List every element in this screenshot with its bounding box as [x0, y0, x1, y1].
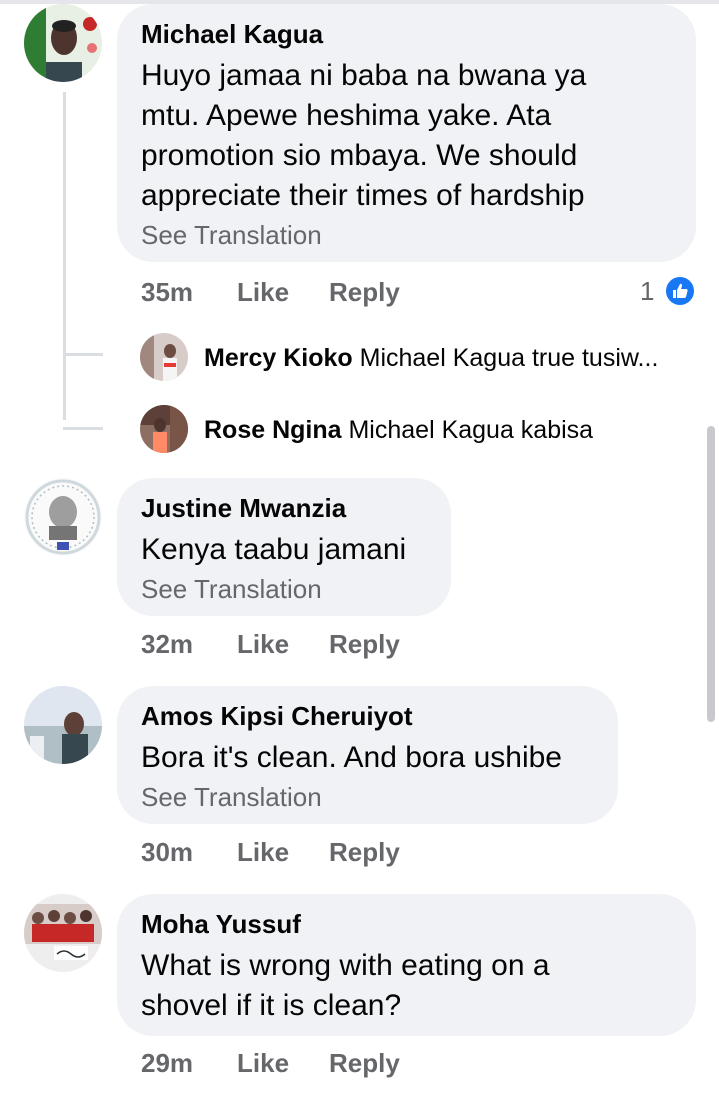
reaction-count: 1: [640, 276, 655, 306]
comment-bubble: Moha Yussuf What is wrong with eating on…: [117, 894, 696, 1036]
comment-actions: 32m Like Reply: [141, 627, 441, 661]
comment-text-line: What is wrong with eating on a: [141, 949, 550, 982]
comment-time: 35m: [141, 277, 194, 307]
see-translation-link[interactable]: See Translation: [141, 572, 427, 606]
thread-line-branch-2: [63, 427, 103, 430]
reply-button[interactable]: Reply: [329, 275, 400, 309]
comment-bubble: Michael Kagua Huyo jamaa ni baba na bwan…: [117, 4, 696, 262]
avatar-moha-yussuf[interactable]: [24, 894, 102, 972]
comment-text-line: promotion sio mbaya. We should: [141, 139, 578, 172]
reply-text: Michael Kagua true tusiw...: [359, 344, 659, 372]
comment-text-line: mtu. Apewe heshima yake. Ata: [141, 99, 552, 132]
reply-item[interactable]: Rose Ngina Michael Kagua kabisa: [204, 414, 593, 446]
comment-time: 32m: [141, 629, 194, 659]
scrollbar[interactable]: [707, 426, 715, 722]
reply-button[interactable]: Reply: [329, 835, 400, 869]
avatar-mercy-kioko[interactable]: [140, 333, 188, 381]
thread-line-branch-1: [63, 353, 103, 356]
comment-text-line: Huyo jamaa ni baba na bwana ya: [141, 59, 587, 92]
comment-text-line: shovel if it is clean?: [141, 989, 402, 1022]
comment-bubble: Justine Mwanzia Kenya taabu jamani See T…: [117, 478, 451, 616]
reply-author[interactable]: Mercy Kioko: [204, 344, 353, 372]
like-button[interactable]: Like: [237, 1046, 289, 1080]
comment-author[interactable]: Justine Mwanzia: [141, 492, 427, 524]
reply-button[interactable]: Reply: [329, 1046, 400, 1080]
see-translation-link[interactable]: See Translation: [141, 218, 672, 252]
comment-time: 30m: [141, 837, 194, 867]
comment-text-line: appreciate their times of hardship: [141, 179, 585, 212]
reply-author[interactable]: Rose Ngina: [204, 416, 342, 444]
like-thumb-icon: [664, 275, 696, 307]
comment-actions: 35m Like Reply: [141, 275, 441, 309]
reply-button[interactable]: Reply: [329, 627, 400, 661]
comment-author[interactable]: Amos Kipsi Cheruiyot: [141, 700, 594, 732]
avatar-justine-mwanzia[interactable]: [24, 478, 102, 556]
comment-actions: 29m Like Reply: [141, 1046, 441, 1080]
comment-text: Kenya taabu jamani: [141, 533, 407, 566]
comment-actions: 30m Like Reply: [141, 835, 441, 869]
comment-author[interactable]: Michael Kagua: [141, 18, 672, 50]
comment-bubble: Amos Kipsi Cheruiyot Bora it's clean. An…: [117, 686, 618, 824]
reply-text: Michael Kagua kabisa: [348, 416, 594, 444]
comment-author[interactable]: Moha Yussuf: [141, 908, 672, 940]
like-button[interactable]: Like: [237, 275, 289, 309]
like-button[interactable]: Like: [237, 627, 289, 661]
avatar-rose-ngina[interactable]: [140, 405, 188, 453]
comment-time: 29m: [141, 1048, 194, 1078]
avatar-michael-kagua[interactable]: [24, 4, 102, 82]
see-translation-link[interactable]: See Translation: [141, 780, 594, 814]
like-button[interactable]: Like: [237, 835, 289, 869]
avatar-amos-kipsi-cheruiyot[interactable]: [24, 686, 102, 764]
thread-line-vertical: [63, 92, 66, 420]
reply-item[interactable]: Mercy Kioko Michael Kagua true tusiw...: [204, 342, 658, 374]
comment-text: Bora it's clean. And bora ushibe: [141, 741, 562, 774]
